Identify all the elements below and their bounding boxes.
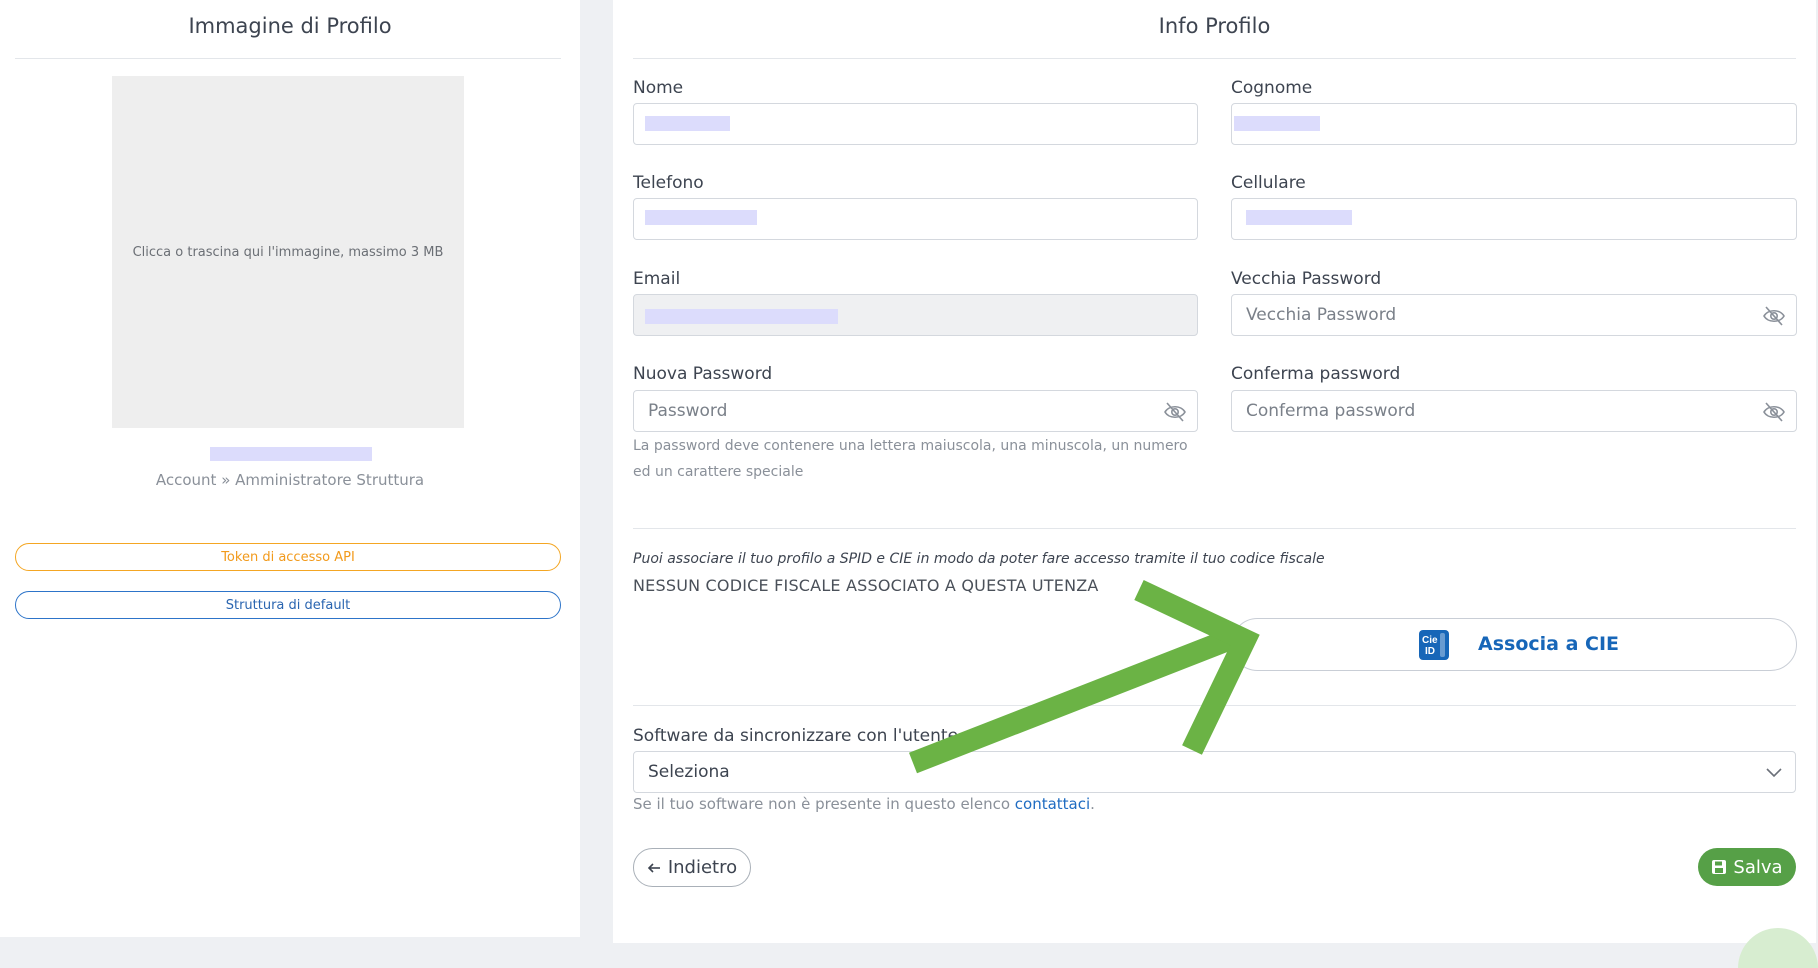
- profile-info-title: Info Profilo: [1158, 14, 1271, 38]
- redacted-value: [1234, 116, 1320, 131]
- upload-hint-text: Clicca o trascina qui l'immagine, massim…: [132, 244, 444, 260]
- default-structure-button[interactable]: Struttura di default: [15, 591, 561, 619]
- contact-link[interactable]: contattaci: [1015, 795, 1090, 813]
- profile-image-title: Immagine di Profilo: [188, 14, 392, 38]
- old-password-field[interactable]: [1231, 294, 1797, 336]
- old-password-input[interactable]: [1232, 295, 1796, 335]
- software-select[interactable]: Seleziona: [633, 751, 1796, 793]
- new-password-field[interactable]: [633, 390, 1198, 432]
- account-role: Account » Amministratore Struttura: [155, 471, 425, 489]
- eye-slash-icon[interactable]: [1762, 305, 1786, 327]
- no-fiscal-code-text: NESSUN CODICE FISCALE ASSOCIATO A QUESTA…: [633, 576, 1099, 595]
- software-hint-text: Se il tuo software non è presente in que…: [633, 795, 1015, 813]
- password-hint-line2: ed un carattere speciale: [633, 464, 804, 480]
- chevron-down-icon: [1766, 768, 1782, 778]
- password-hint-line1: La password deve contenere una lettera m…: [633, 438, 1188, 454]
- telefono-field[interactable]: [633, 198, 1198, 240]
- old-password-label: Vecchia Password: [1231, 269, 1382, 289]
- telefono-label: Telefono: [633, 173, 704, 193]
- nome-field[interactable]: [633, 103, 1198, 145]
- profile-image-panel: Immagine di Profilo Clicca o trascina qu…: [0, 0, 580, 937]
- redacted-value: [645, 116, 730, 131]
- software-select-value: Seleziona: [648, 762, 730, 782]
- floppy-disk-icon: [1712, 860, 1727, 874]
- image-upload-dropzone[interactable]: Clicca o trascina qui l'immagine, massim…: [112, 76, 464, 428]
- title-divider: [15, 58, 561, 59]
- software-hint: Se il tuo software non è presente in que…: [633, 795, 1095, 813]
- nome-label: Nome: [633, 78, 684, 98]
- confirm-password-field[interactable]: [1231, 390, 1797, 432]
- cellulare-field[interactable]: [1231, 198, 1797, 240]
- save-button-label: Salva: [1733, 856, 1783, 878]
- cie-logo-text-bottom: ID: [1425, 646, 1435, 657]
- confirm-password-label: Conferma password: [1231, 364, 1401, 384]
- back-button-label: Indietro: [667, 857, 738, 878]
- cognome-label: Cognome: [1231, 78, 1313, 98]
- cie-logo-icon: Cie ID: [1419, 630, 1449, 660]
- redacted-value: [1246, 210, 1352, 225]
- back-button[interactable]: Indietro: [633, 848, 751, 887]
- new-password-input[interactable]: [634, 391, 1197, 431]
- associate-cie-button[interactable]: Cie ID Associa a CIE: [1231, 618, 1797, 671]
- confirm-password-input[interactable]: [1232, 391, 1796, 431]
- new-password-label: Nuova Password: [633, 364, 773, 384]
- software-hint-suffix: .: [1090, 795, 1095, 813]
- redacted-value: [645, 309, 838, 324]
- title-divider: [633, 58, 1796, 59]
- section-divider: [633, 528, 1796, 529]
- software-label: Software da sincronizzare con l'utente: [633, 726, 959, 746]
- redacted-username: [210, 447, 372, 461]
- spid-cie-note: Puoi associare il tuo profilo a SPID e C…: [633, 551, 1325, 567]
- cie-logo-text-top: Cie: [1422, 635, 1438, 646]
- cie-button-label: Associa a CIE: [1478, 633, 1620, 655]
- password-hint: La password deve contenere una lettera m…: [633, 433, 1213, 485]
- eye-slash-icon[interactable]: [1163, 401, 1187, 423]
- save-button[interactable]: Salva: [1698, 848, 1796, 886]
- redacted-value: [645, 210, 757, 225]
- cellulare-label: Cellulare: [1231, 173, 1306, 193]
- cognome-field[interactable]: [1231, 103, 1797, 145]
- section-divider: [633, 705, 1796, 706]
- arrow-left-icon: [647, 862, 660, 873]
- eye-slash-icon[interactable]: [1762, 401, 1786, 423]
- email-field: [633, 294, 1198, 336]
- email-label: Email: [633, 269, 681, 289]
- api-token-button[interactable]: Token di accesso API: [15, 543, 561, 571]
